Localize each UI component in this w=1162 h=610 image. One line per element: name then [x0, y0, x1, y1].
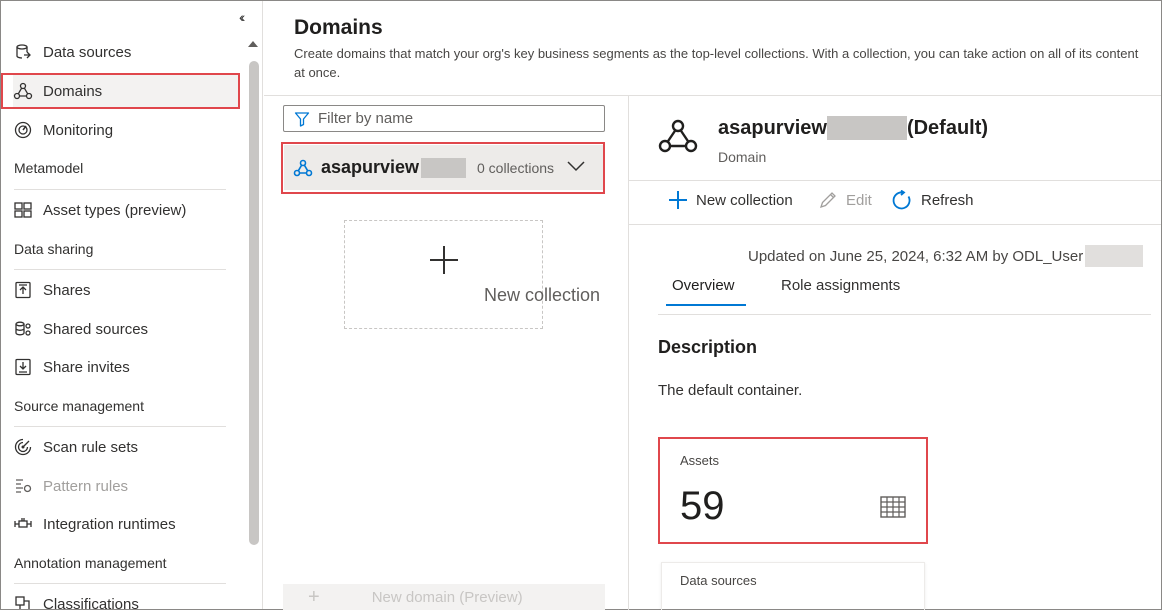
edit-button[interactable]: Edit: [818, 190, 872, 210]
edit-label: Edit: [846, 191, 872, 209]
tab-overview[interactable]: Overview: [672, 277, 735, 294]
double-chevron-left-icon[interactable]: ‹‹: [239, 9, 246, 25]
domain-title-suffix: (Default): [906, 116, 989, 139]
new-collection-label: New collection: [483, 285, 601, 305]
scroll-up-arrow-icon[interactable]: [248, 41, 258, 47]
filter-icon: [294, 111, 310, 127]
sidebar-item-label: Scan rule sets: [43, 438, 139, 456]
header-divider: [264, 95, 1161, 96]
active-tab-indicator: [666, 304, 746, 306]
description-text: The default container.: [658, 382, 803, 399]
highlight-box-domains-nav: [1, 73, 240, 109]
section-heading-data-sharing: Data sharing: [14, 241, 94, 257]
sidebar-item-monitoring[interactable]: Monitoring: [13, 113, 239, 147]
sidebar-item-label: Integration runtimes: [43, 515, 176, 533]
divider: [14, 189, 226, 190]
new-domain-button[interactable]: + New domain (Preview): [283, 584, 605, 610]
tabs-divider: [658, 314, 1151, 315]
sidebar-item-integration-runtimes[interactable]: Integration runtimes: [13, 507, 239, 541]
divider: [14, 269, 226, 270]
sidebar-item-shares[interactable]: Shares: [13, 273, 239, 307]
column-divider: [628, 96, 629, 610]
redacted-text: [1085, 245, 1144, 267]
highlight-box-domain-row: [281, 142, 605, 194]
scan-rule-sets-icon: [13, 437, 33, 457]
plus-icon: [429, 245, 459, 280]
section-heading-annotation-management: Annotation management: [14, 555, 167, 571]
sidebar-item-classifications[interactable]: Classifications: [13, 587, 239, 609]
page-description: Create domains that match your org's key…: [294, 46, 1139, 80]
sidebar-item-data-sources[interactable]: Data sources: [13, 35, 239, 69]
shared-sources-icon: [13, 319, 33, 339]
plus-icon: [668, 190, 688, 210]
monitoring-icon: [13, 120, 33, 140]
pencil-icon: [818, 190, 838, 210]
highlight-box-assets-card: [658, 437, 928, 544]
sidebar-item-share-invites[interactable]: Share invites: [13, 350, 239, 384]
domain-detail-title: asapurview (Default): [718, 116, 988, 140]
new-collection-label: New collection: [696, 191, 793, 209]
sidebar-item-label: Monitoring: [43, 121, 114, 139]
sidebar-item-label: Share invites: [43, 358, 130, 376]
data-sources-label: Data sources: [680, 573, 757, 588]
toolbar-divider: [629, 180, 1161, 181]
sidebar-item-label: Data sources: [43, 43, 132, 61]
divider: [14, 583, 226, 584]
filter-placeholder: Filter by name: [318, 110, 414, 127]
filter-by-name-input[interactable]: Filter by name: [283, 105, 605, 132]
classifications-icon: [13, 594, 33, 609]
domain-title-name: asapurview: [718, 116, 827, 139]
sidebar-item-label: Pattern rules: [43, 477, 129, 495]
sidebar-item-pattern-rules[interactable]: Pattern rules: [13, 469, 239, 503]
sidebar-item-label: Asset types (preview): [43, 201, 187, 219]
integration-runtimes-icon: [13, 514, 33, 534]
sidebar-scrollbar[interactable]: [249, 61, 259, 545]
plus-icon: +: [308, 585, 320, 608]
last-updated-text: Updated on June 25, 2024, 6:32 AM by ODL…: [748, 245, 1144, 267]
shares-icon: [13, 280, 33, 300]
data-sources-card[interactable]: Data sources: [661, 562, 925, 610]
sidebar-item-shared-sources[interactable]: Shared sources: [13, 312, 239, 346]
toolbar-divider: [629, 224, 1161, 225]
section-heading-source-management: Source management: [14, 398, 144, 414]
tab-role-assignments[interactable]: Role assignments: [781, 277, 900, 294]
description-heading: Description: [658, 337, 758, 357]
new-collection-card[interactable]: New collection: [344, 220, 600, 329]
sidebar-item-asset-types[interactable]: Asset types (preview): [13, 193, 239, 227]
sidebar-item-label: Shared sources: [43, 320, 149, 338]
redacted-text: [826, 116, 907, 140]
section-heading-metamodel: Metamodel: [14, 160, 84, 176]
new-domain-label: New domain (Preview): [371, 588, 523, 606]
data-sources-icon: [13, 42, 33, 62]
refresh-label: Refresh: [921, 192, 974, 209]
refresh-icon: [892, 190, 913, 211]
updated-label: Updated on June 25, 2024, 6:32 AM by ODL…: [748, 247, 1084, 265]
sidebar-item-label: Classifications: [43, 595, 139, 610]
share-invites-icon: [13, 357, 33, 377]
refresh-button[interactable]: Refresh: [892, 190, 974, 211]
pattern-rules-icon: [13, 476, 33, 496]
asset-types-icon: [13, 200, 33, 220]
sidebar-item-scan-rule-sets[interactable]: Scan rule sets: [13, 430, 239, 464]
page-title: Domains: [294, 16, 383, 39]
domain-detail-subtitle: Domain: [718, 149, 767, 165]
new-collection-button[interactable]: New collection: [668, 190, 793, 210]
divider: [14, 426, 226, 427]
sidebar-item-label: Shares: [43, 281, 91, 299]
domain-icon: [658, 118, 698, 159]
